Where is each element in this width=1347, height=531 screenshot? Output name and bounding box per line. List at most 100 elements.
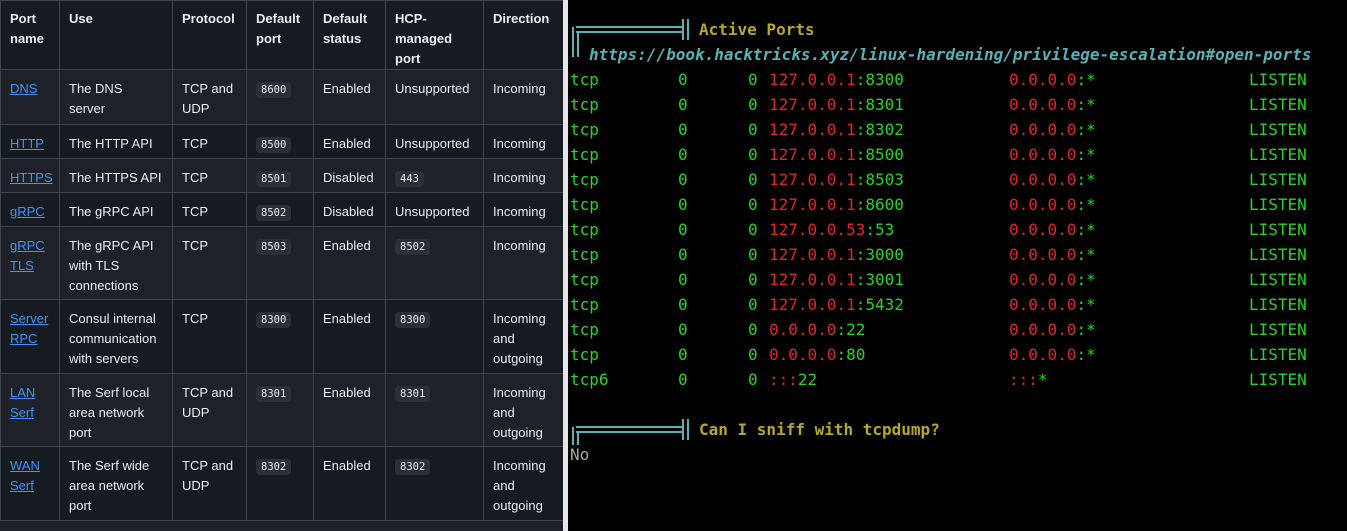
local-port-text: :8600: [855, 195, 904, 214]
default-port-cell: 8301: [246, 373, 314, 447]
table-row: WAN Serf The Serf wide area network port TCP …: [0, 446, 563, 521]
port-row: tcp 0 0 127.0.0.1:8503 0.0.0.0:* LISTEN: [568, 167, 1347, 192]
hcp-port-cell: 8502: [385, 226, 484, 300]
foreign-address: :::*: [1009, 367, 1048, 392]
state-text: LISTEN: [1249, 320, 1307, 339]
use-cell: The HTTP API: [59, 124, 173, 159]
state-text: LISTEN: [1249, 220, 1307, 239]
foreign-ip-text: 0.0.0.0: [1009, 320, 1077, 339]
local-ip-text: 127.0.0.1: [769, 70, 856, 89]
column-header: Port name: [0, 0, 60, 70]
default-port-code: 8600: [256, 82, 292, 98]
state-text: LISTEN: [1249, 120, 1307, 139]
local-port-text: :8301: [855, 95, 904, 114]
foreign-address: 0.0.0.0:*: [1009, 217, 1096, 242]
local-ip-text: 127.0.0.1: [769, 170, 856, 189]
status-text: Enabled: [323, 311, 371, 326]
section-title-active-ports: Active Ports: [699, 20, 815, 39]
hcp-port-value: 8301: [395, 386, 431, 402]
ports-table: Port name Use Protocol Default port Default sta…: [0, 0, 563, 521]
direction-cell: Incoming: [483, 158, 563, 193]
port-name-link[interactable]: Serf: [10, 405, 34, 420]
foreign-address: 0.0.0.0:*: [1009, 192, 1096, 217]
foreign-port-text: :*: [1076, 195, 1096, 214]
use-cell: Consul internal communication with servers: [59, 299, 173, 374]
protocol-text: TCP and: [182, 81, 234, 96]
column-header-text: Use: [69, 11, 93, 26]
foreign-ip-text: 0.0.0.0: [1009, 245, 1077, 264]
foreign-address: 0.0.0.0:*: [1009, 142, 1096, 167]
direction-cell: Incoming: [483, 69, 563, 125]
direction-cell: Incoming: [483, 192, 563, 227]
recv-q-text: 0: [678, 245, 688, 264]
local-address: 127.0.0.1:8503: [769, 167, 904, 192]
port-name-link[interactable]: gRPC: [10, 204, 45, 219]
port-name-cell: gRPC: [0, 192, 60, 227]
port-row: tcp 0 0 127.0.0.1:8302 0.0.0.0:* LISTEN: [568, 117, 1347, 142]
recv-q-text: 0: [678, 320, 688, 339]
proto-text: tcp: [570, 120, 599, 139]
direction-cell: Incoming and outgoing: [483, 446, 563, 521]
state-text: LISTEN: [1249, 295, 1307, 314]
protocol-cell: TCP: [172, 192, 247, 227]
foreign-port-text: *: [1037, 370, 1048, 389]
default-status-cell: Enabled: [313, 373, 386, 447]
local-port-text: :53: [865, 220, 895, 239]
foreign-port-text: :*: [1076, 345, 1096, 364]
use-cell: The Serf local area network port: [59, 373, 173, 447]
port-name-link[interactable]: LAN: [10, 385, 35, 400]
hcp-port-cell: 8301: [385, 373, 484, 447]
use-cell: The gRPC API: [59, 192, 173, 227]
local-address: 127.0.0.53:53: [769, 217, 894, 242]
state-text: LISTEN: [1249, 195, 1307, 214]
local-address: 127.0.0.1:8302: [769, 117, 904, 142]
direction-text: Incoming: [493, 311, 546, 326]
port-name-link[interactable]: RPC: [10, 331, 37, 346]
direction-text: and: [493, 478, 515, 493]
default-port-code: 8300: [256, 312, 292, 328]
foreign-port-text: :*: [1076, 95, 1096, 114]
recv-q-text: 0: [678, 70, 688, 89]
foreign-port-text: :*: [1076, 295, 1096, 314]
use-text: area network: [69, 478, 145, 493]
protocol-cell: TCP: [172, 226, 247, 300]
port-row: tcp 0 0 127.0.0.1:8301 0.0.0.0:* LISTEN: [568, 92, 1347, 117]
port-name-link[interactable]: gRPC: [10, 238, 45, 253]
foreign-port-text: :*: [1076, 70, 1096, 89]
hcp-port-cell: 443: [385, 158, 484, 193]
local-address: 0.0.0.0:80: [769, 342, 865, 367]
hacktricks-link[interactable]: https://book.hacktricks.xyz/linux-harden…: [589, 42, 1311, 67]
status-text: Disabled: [323, 170, 374, 185]
port-name-link[interactable]: Serf: [10, 478, 34, 493]
use-cell: The DNS server: [59, 69, 173, 125]
proto-text: tcp: [570, 295, 599, 314]
port-name-link[interactable]: Server: [10, 311, 48, 326]
direction-cell: Incoming: [483, 124, 563, 159]
hcp-port-cell: 8302: [385, 446, 484, 521]
state-text: LISTEN: [1249, 145, 1307, 164]
default-port-cell: 8600: [246, 69, 314, 125]
hcp-port-value: 8302: [395, 459, 431, 475]
local-address: 127.0.0.1:8301: [769, 92, 904, 117]
state-text: LISTEN: [1249, 95, 1307, 114]
direction-text: Incoming: [493, 458, 546, 473]
state-text: LISTEN: [1249, 370, 1307, 389]
local-ip-text: 0.0.0.0: [769, 320, 837, 339]
foreign-address: 0.0.0.0:*: [1009, 342, 1096, 367]
port-name-link[interactable]: HTTPS: [10, 170, 53, 185]
direction-text: Incoming: [493, 136, 546, 151]
port-name-link[interactable]: HTTP: [10, 136, 44, 151]
foreign-address: 0.0.0.0:*: [1009, 92, 1096, 117]
status-text: Enabled: [323, 238, 371, 253]
direction-text: Incoming: [493, 385, 546, 400]
port-row: tcp 0 0 0.0.0.0:80 0.0.0.0:* LISTEN: [568, 342, 1347, 367]
status-text: Enabled: [323, 458, 371, 473]
tcpdump-answer: No: [570, 445, 590, 464]
default-port-code: 8502: [256, 205, 292, 221]
port-name-link[interactable]: TLS: [10, 258, 34, 273]
foreign-address: 0.0.0.0:*: [1009, 117, 1096, 142]
port-name-link[interactable]: WAN: [10, 458, 40, 473]
default-port-cell: 8300: [246, 299, 314, 374]
default-port-cell: 8500: [246, 124, 314, 159]
port-name-link[interactable]: DNS: [10, 81, 37, 96]
